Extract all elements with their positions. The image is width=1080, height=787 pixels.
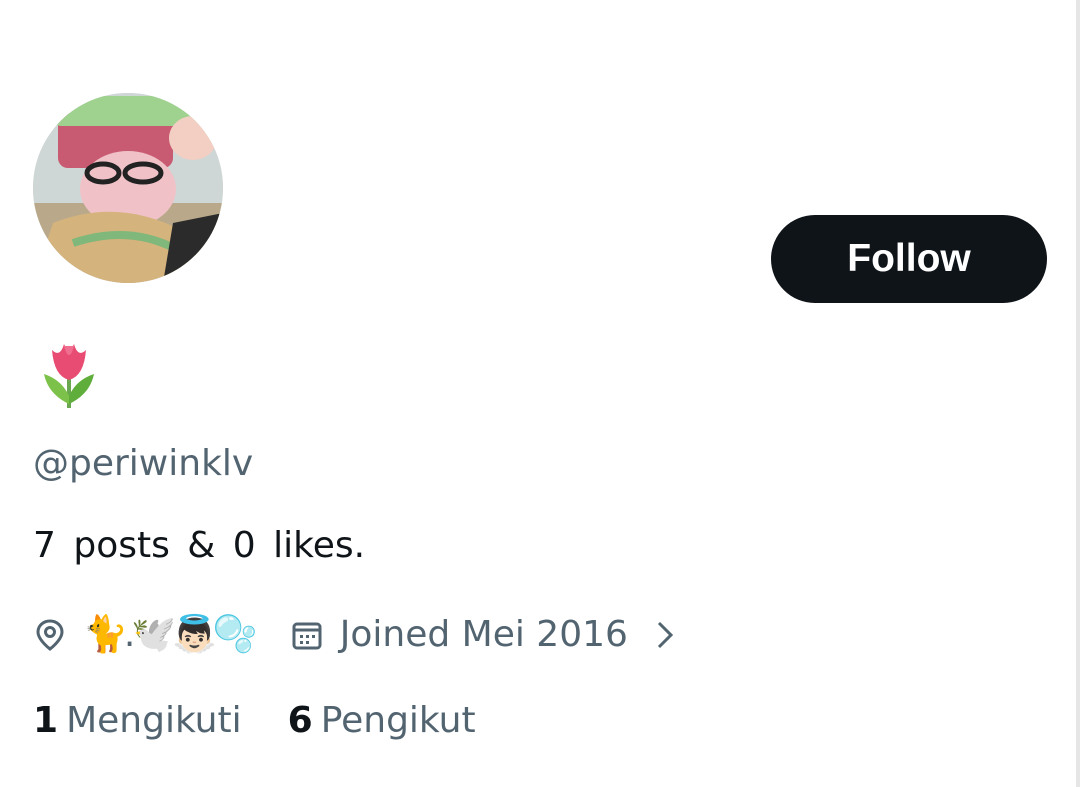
followers-label: Pengikut (320, 700, 476, 741)
scrollbar[interactable] (1076, 0, 1080, 787)
profile-bio: 7 posts & 0 likes. (33, 525, 366, 566)
followers-count: 6 (287, 700, 313, 741)
display-name (38, 336, 100, 410)
calendar-icon (290, 618, 324, 652)
profile-handle: @periwinklv (33, 443, 254, 484)
chevron-right-icon[interactable] (654, 618, 676, 652)
profile-joined-date: Joined Mei 2016 (339, 614, 628, 655)
profile-meta: 🐈‍.🕊️👼🏻🫧 Joined Mei 2016 (33, 606, 676, 664)
following-label: Mengikuti (66, 700, 242, 741)
following-count: 1 (33, 700, 59, 741)
tulip-icon (44, 344, 94, 408)
profile-location: 🐈‍.🕊️👼🏻🫧 (83, 614, 258, 655)
avatar[interactable] (33, 93, 223, 283)
followers-link[interactable]: 6 Pengikut (288, 697, 476, 745)
follow-stats: 1 Mengikuti 6 Pengikut (33, 697, 476, 745)
location-pin-icon (33, 618, 67, 652)
following-link[interactable]: 1 Mengikuti (33, 697, 242, 745)
follow-button[interactable]: Follow (771, 215, 1047, 303)
